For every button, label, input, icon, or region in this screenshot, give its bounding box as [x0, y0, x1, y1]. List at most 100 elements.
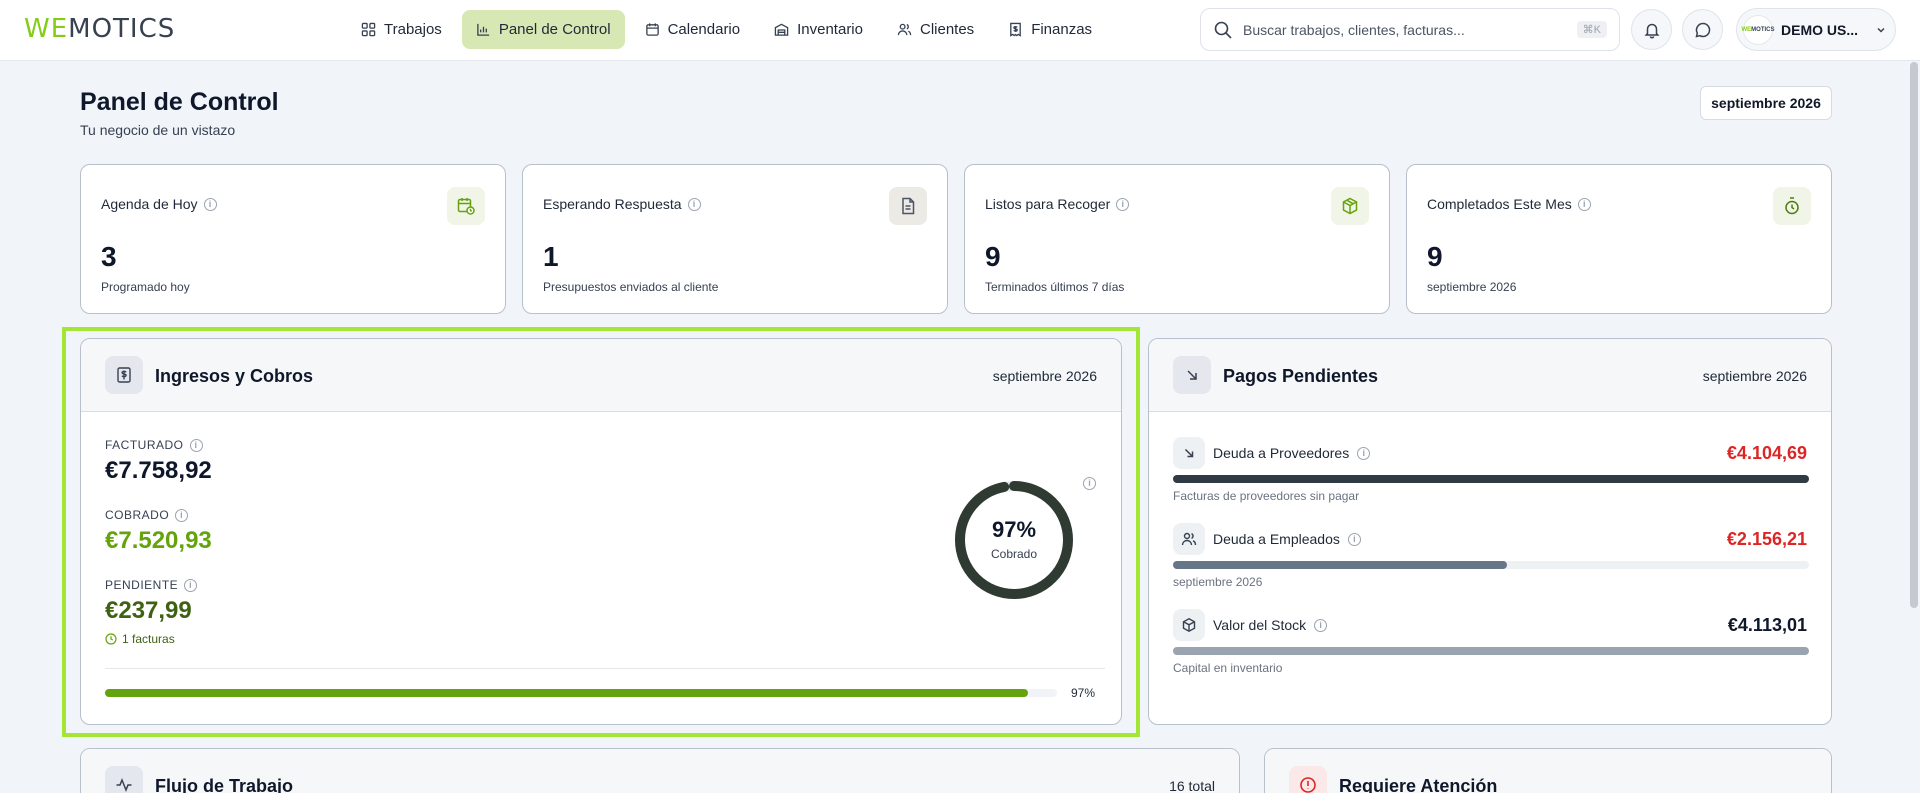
stat-card-listos[interactable]: Listos para Recoger i 9 Terminados último…: [964, 164, 1390, 314]
stat-value: 9: [1427, 241, 1443, 272]
search-box[interactable]: ⌘K: [1200, 8, 1620, 51]
info-icon[interactable]: i: [203, 197, 217, 211]
month-selector-button[interactable]: septiembre 2026: [1700, 86, 1832, 120]
stat-card-completados[interactable]: Completados Este Mes i 9 septiembre 2026: [1406, 164, 1832, 314]
info-icon[interactable]: i: [184, 578, 198, 592]
panel-title: Ingresos y Cobros: [155, 366, 314, 386]
stat-label: Agenda de Hoy i: [101, 196, 217, 212]
stat-label-text: Esperando Respuesta: [543, 196, 682, 212]
stock-value-fill: [1173, 647, 1809, 655]
attention-panel: Requiere Atención: [1264, 748, 1832, 793]
pending-label: PENDIENTE i: [105, 578, 198, 592]
nav-calendario[interactable]: Calendario: [631, 10, 755, 49]
panel-icon-box: [1173, 356, 1211, 394]
info-icon[interactable]: i: [1083, 477, 1096, 490]
stock-value-note: Capital en inventario: [1173, 661, 1283, 675]
page-title: Panel de Control: [80, 88, 279, 116]
info-icon[interactable]: i: [175, 508, 189, 522]
avatar-logo-we: WE: [1741, 26, 1752, 33]
stat-card-agenda[interactable]: Agenda de Hoy i 3 Programado hoy: [80, 164, 506, 314]
panel-header: Flujo de Trabajo 16 total: [81, 749, 1239, 793]
user-menu[interactable]: WE MOTICS DEMO US...: [1736, 8, 1896, 51]
nav-label: Calendario: [667, 21, 741, 38]
nav-trabajos[interactable]: Trabajos: [347, 10, 456, 49]
supplier-debt-note: Facturas de proveedores sin pagar: [1173, 489, 1360, 503]
messages-button[interactable]: [1682, 9, 1723, 50]
nav-panel-de-control[interactable]: Panel de Control: [461, 10, 625, 49]
nav-clientes[interactable]: Clientes: [883, 10, 988, 49]
collected-progress-track: [105, 689, 1057, 697]
payments-panel: Pagos Pendientes septiembre 2026 Deuda a…: [1148, 338, 1832, 725]
pay-row-icon-box: [1173, 523, 1205, 555]
workflow-total: 16 total: [1169, 778, 1215, 793]
nav-label: Trabajos: [384, 21, 442, 38]
stat-value: 1: [543, 241, 559, 272]
stat-note: Terminados últimos 7 días: [985, 280, 1125, 294]
search-shortcut: ⌘K: [1576, 21, 1607, 38]
user-name: DEMO US...: [1781, 21, 1859, 38]
pay-label-text: Deuda a Proveedores: [1213, 445, 1350, 461]
stock-value-amount: €4.113,01: [1727, 615, 1807, 635]
info-icon[interactable]: i: [189, 438, 203, 452]
panel-title: Pagos Pendientes: [1223, 366, 1379, 386]
users-icon: [897, 23, 912, 36]
panel-month: septiembre 2026: [992, 368, 1097, 384]
stock-value-track: [1173, 647, 1809, 655]
chat-bubble-icon: [1694, 22, 1710, 38]
panel-icon-box: [105, 766, 143, 793]
brand-logo[interactable]: WEMOTICS: [24, 15, 175, 43]
collected-progress-fill: [105, 689, 1029, 697]
logo-we: WE: [24, 14, 69, 44]
supplier-debt-fill: [1173, 475, 1809, 483]
workflow-panel: Flujo de Trabajo 16 total: [80, 748, 1240, 793]
bell-icon: [1644, 23, 1659, 38]
panel-icon-box: [1289, 766, 1327, 793]
users-icon: [1181, 532, 1197, 546]
notifications-button[interactable]: [1631, 9, 1672, 50]
supplier-debt-amount: €4.104,69: [1726, 443, 1807, 463]
info-icon[interactable]: i: [1116, 197, 1130, 211]
panel-title: Flujo de Trabajo: [155, 776, 294, 793]
stat-note: Presupuestos enviados al cliente: [543, 280, 719, 294]
info-icon[interactable]: i: [1357, 446, 1371, 460]
clock-icon: [105, 633, 117, 645]
pay-label-text: Deuda a Empleados: [1213, 531, 1340, 547]
info-icon[interactable]: i: [1314, 618, 1328, 632]
stat-note: septiembre 2026: [1427, 280, 1517, 294]
search-icon: [1214, 21, 1232, 39]
document-icon: [902, 197, 915, 215]
info-icon[interactable]: i: [1577, 197, 1591, 211]
nav-label: Panel de Control: [498, 21, 611, 38]
pending-invoices: 1 facturas: [105, 632, 175, 646]
donut-label: Cobrado: [990, 547, 1038, 561]
panel-title: Requiere Atención: [1339, 776, 1498, 793]
stat-label-text: Listos para Recoger: [985, 196, 1111, 212]
dollar-receipt-icon: [117, 367, 131, 383]
info-icon[interactable]: i: [1347, 532, 1361, 546]
info-icon[interactable]: i: [687, 197, 701, 211]
nav-label: Clientes: [919, 21, 975, 38]
stat-icon-box: [447, 187, 485, 225]
collected-label: COBRADO i: [105, 508, 189, 522]
calendar-clock-icon: [457, 198, 475, 215]
stat-label: Listos para Recoger i: [985, 196, 1130, 212]
collected-donut: 97% Cobrado: [953, 479, 1075, 601]
employee-debt-note: septiembre 2026: [1173, 575, 1263, 589]
search-input[interactable]: [1243, 21, 1577, 38]
stat-card-esperando[interactable]: Esperando Respuesta i 1 Presupuestos envi…: [522, 164, 948, 314]
nav-inventario[interactable]: Inventario: [760, 10, 877, 49]
panel-header: Ingresos y Cobros septiembre 2026: [81, 339, 1121, 412]
warehouse-icon: [774, 23, 789, 36]
collected-progress-pct: 97%: [1071, 686, 1096, 700]
stat-icon-box: [889, 187, 927, 225]
invoiced-label: FACTURADO i: [105, 438, 203, 452]
stat-icon-box: [1773, 187, 1811, 225]
pay-label-text: Valor del Stock: [1213, 617, 1307, 633]
nav-finanzas[interactable]: Finanzas: [994, 10, 1106, 49]
page-scrollbar[interactable]: [1910, 62, 1918, 608]
grid-icon: [361, 22, 376, 37]
employee-debt-label: Deuda a Empleados i: [1213, 531, 1361, 547]
alert-circle-icon: [1300, 777, 1316, 793]
employee-debt-amount: €2.156,21: [1726, 529, 1807, 549]
stat-value: 9: [985, 241, 1001, 272]
